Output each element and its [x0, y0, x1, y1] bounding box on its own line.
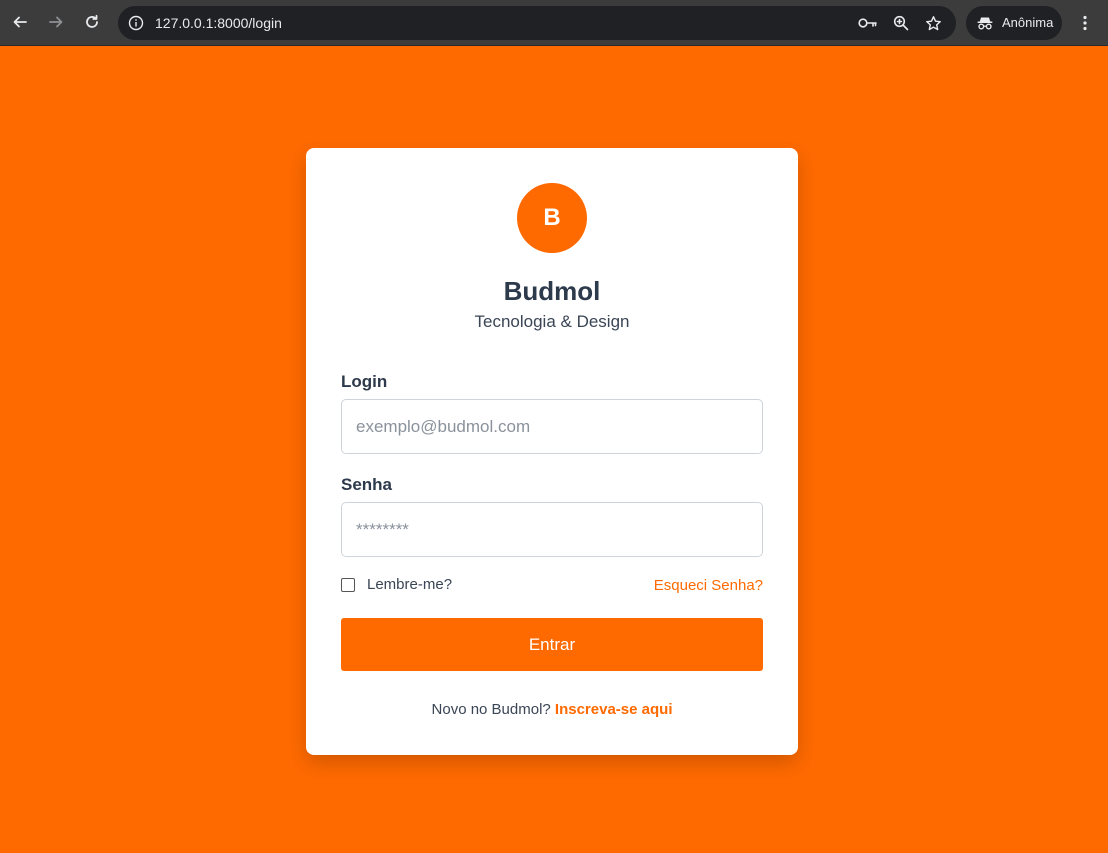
password-label: Senha [341, 475, 393, 494]
signup-row: Novo no Budmol? Inscreva-se aqui [306, 701, 798, 718]
zoom-button[interactable] [891, 13, 911, 33]
remember-label: Lembre-me? [367, 576, 453, 593]
browser-menu-button[interactable] [1074, 8, 1096, 38]
address-bar[interactable]: 127.0.0.1:8000/login [118, 6, 956, 40]
forward-arrow-icon [49, 16, 63, 28]
site-info-button[interactable] [126, 13, 146, 33]
bookmark-button[interactable] [923, 13, 943, 33]
login-label: Login [341, 372, 388, 391]
profile-button[interactable]: Anônima [966, 6, 1062, 40]
brand-logo: B [517, 183, 587, 253]
key-icon [858, 18, 877, 28]
reload-icon [86, 14, 98, 28]
signup-link[interactable]: Inscreva-se aqui [555, 701, 673, 718]
profile-label: Anônima [1002, 15, 1054, 30]
forward-button[interactable] [41, 7, 71, 37]
password-key-button[interactable] [858, 13, 878, 33]
password-input[interactable] [341, 502, 763, 557]
brand-tagline: Tecnologia & Design [474, 312, 630, 331]
submit-button[interactable]: Entrar [341, 618, 763, 671]
star-icon [925, 15, 941, 30]
remember-checkbox[interactable] [341, 577, 355, 592]
login-input[interactable] [341, 399, 763, 454]
remember-me[interactable]: Lembre-me? [341, 576, 452, 593]
url-text[interactable]: 127.0.0.1:8000/login [155, 15, 282, 31]
login-card: B Budmol Tecnologia & Design Login Senha… [306, 148, 798, 755]
incognito-icon [976, 14, 994, 32]
back-button[interactable] [5, 7, 35, 37]
reload-button[interactable] [77, 7, 107, 37]
forgot-password-link[interactable]: Esqueci Senha? [654, 577, 763, 594]
zoom-icon [893, 15, 909, 31]
back-arrow-icon [13, 16, 27, 28]
brand-name: Budmol [503, 276, 601, 306]
info-icon [128, 15, 144, 31]
browser-toolbar: 127.0.0.1:8000/login Anônima [0, 0, 1108, 46]
signup-prompt: Novo no Budmol? [431, 701, 555, 718]
kebab-menu-icon [1083, 15, 1087, 31]
